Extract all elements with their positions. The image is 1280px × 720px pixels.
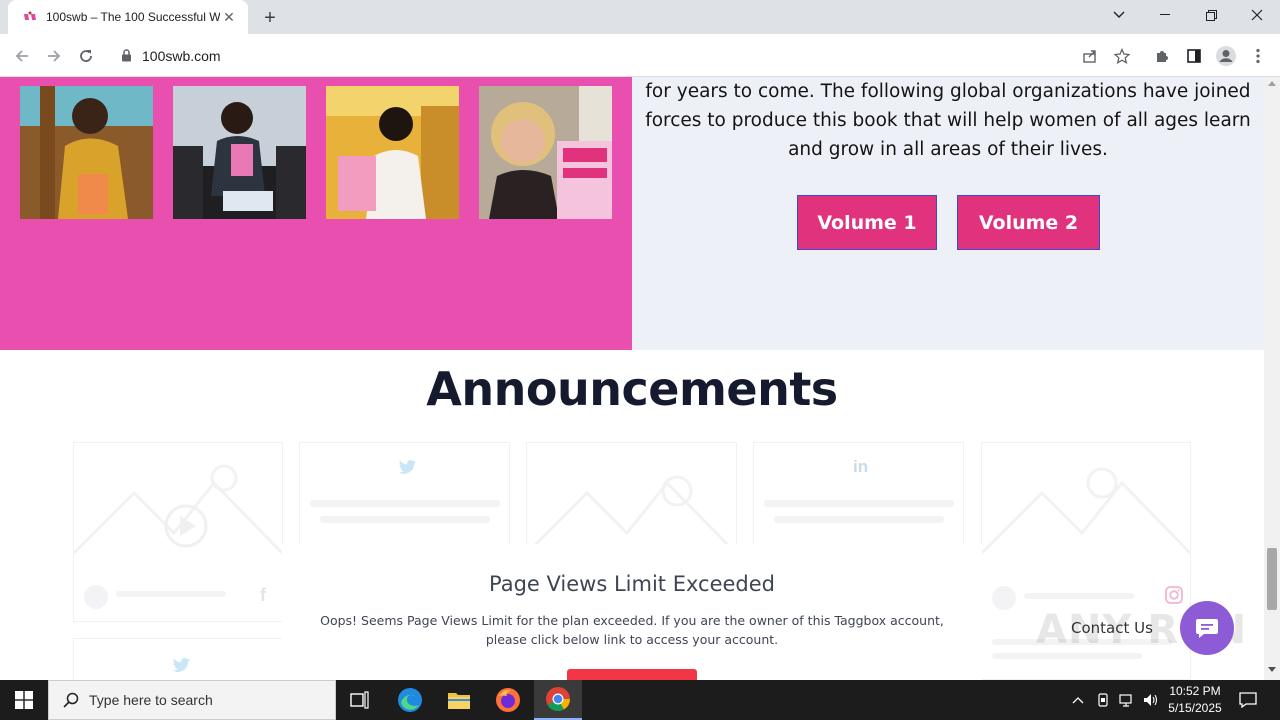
scroll-up-arrow-icon[interactable]: [1268, 81, 1276, 86]
edge-browser-icon[interactable]: [386, 680, 434, 720]
tab-title: 100swb – The 100 Successful Wo: [46, 10, 220, 24]
author-photos-panel: [0, 77, 632, 350]
image-placeholder-icon: [980, 467, 1192, 555]
side-panel-icon[interactable]: [1180, 42, 1208, 70]
tab-search-chevron-icon[interactable]: [1096, 0, 1142, 30]
twitter-icon: [172, 657, 190, 678]
new-tab-button[interactable]: +: [258, 6, 282, 30]
restore-icon[interactable]: [1188, 0, 1234, 30]
feed-placeholder-card: f: [72, 442, 284, 622]
profile-avatar-icon[interactable]: [1212, 42, 1240, 70]
facebook-icon: f: [260, 585, 266, 605]
intro-line: forces to produce this book that will he…: [645, 110, 1251, 131]
scroll-down-arrow-icon[interactable]: [1268, 667, 1276, 672]
tab-close-icon[interactable]: ✕: [220, 8, 238, 26]
limit-title: Page Views Limit Exceeded: [489, 572, 775, 596]
intro-line: for years to come. The following global …: [645, 81, 1251, 102]
clock-time: 10:52 PM: [1169, 684, 1221, 698]
browser-toolbar: 100swb.com: [0, 34, 1280, 77]
scrollbar-thumb[interactable]: [1267, 548, 1277, 610]
taskbar-search-box[interactable]: Type here to search: [48, 680, 336, 720]
firefox-icon[interactable]: [484, 680, 532, 720]
page-scrollbar[interactable]: [1264, 77, 1280, 680]
system-clock[interactable]: 10:52 PM 5/15/2025: [1160, 683, 1230, 717]
bookmark-star-icon[interactable]: [1108, 42, 1136, 70]
search-placeholder: Type here to search: [89, 692, 213, 708]
browser-tab-bar: 100swb – The 100 Successful Wo ✕ +: [0, 0, 1280, 34]
search-icon: [63, 692, 79, 708]
file-explorer-icon[interactable]: [435, 680, 483, 720]
reload-icon[interactable]: [72, 42, 100, 70]
back-arrow-icon[interactable]: [8, 42, 36, 70]
task-view-icon[interactable]: [336, 680, 384, 720]
tray-device-icon[interactable]: [1093, 680, 1113, 720]
volume-icon[interactable]: [1140, 680, 1162, 720]
clock-date: 5/15/2025: [1168, 701, 1222, 715]
intro-line: and grow in all areas of their lives.: [788, 139, 1108, 160]
linkedin-icon: in: [853, 457, 869, 476]
volume-1-button[interactable]: Volume 1: [797, 195, 937, 250]
instagram-icon: [1165, 586, 1183, 609]
author-photo-1: [20, 86, 153, 219]
tray-overflow-chevron-icon[interactable]: [1068, 680, 1088, 720]
feed-placeholder-card: [299, 442, 510, 552]
minimize-icon[interactable]: [1142, 0, 1188, 30]
address-bar[interactable]: 100swb.com: [108, 39, 1140, 72]
chrome-icon[interactable]: [534, 680, 582, 720]
author-photo-3: [326, 86, 459, 219]
forward-arrow-icon[interactable]: [40, 42, 68, 70]
close-window-icon[interactable]: [1234, 0, 1280, 30]
notifications-icon[interactable]: [1234, 680, 1262, 720]
chat-bubble-icon: [1196, 619, 1218, 638]
book-intro-text: for years to come. The following global …: [640, 77, 1256, 164]
image-placeholder-icon: [72, 464, 284, 555]
access-account-button[interactable]: [567, 669, 697, 680]
url-text[interactable]: 100swb.com: [142, 48, 221, 64]
browser-menu-kebab-icon[interactable]: [1244, 42, 1272, 70]
author-photo-2: [173, 86, 306, 219]
feed-placeholder-card: in: [753, 442, 964, 552]
feed-placeholder-card: [73, 638, 283, 680]
volume-2-button[interactable]: Volume 2: [957, 195, 1100, 250]
lock-icon[interactable]: [120, 49, 132, 63]
network-icon[interactable]: [1116, 680, 1138, 720]
share-icon[interactable]: [1076, 42, 1104, 70]
limit-message: Oops! Seems Page Views Limit for the pla…: [320, 613, 944, 647]
announcements-heading: Announcements: [426, 362, 838, 416]
page-viewport: for years to come. The following global …: [0, 77, 1264, 680]
browser-tab[interactable]: 100swb – The 100 Successful Wo ✕: [8, 0, 248, 34]
chat-widget-button[interactable]: [1180, 601, 1234, 655]
contact-us-label[interactable]: Contact Us: [1071, 619, 1153, 637]
page-views-limit-dialog: Page Views Limit Exceeded Oops! Seems Pa…: [282, 544, 982, 680]
twitter-icon: [398, 459, 416, 480]
author-photo-4: [479, 86, 612, 219]
start-button[interactable]: [0, 680, 48, 720]
windows-taskbar: Type here to search 10:52 PM 5/15/2025: [0, 680, 1280, 720]
windows-logo-icon: [15, 691, 33, 709]
extensions-puzzle-icon[interactable]: [1148, 42, 1176, 70]
site-favicon-icon: [22, 9, 38, 25]
